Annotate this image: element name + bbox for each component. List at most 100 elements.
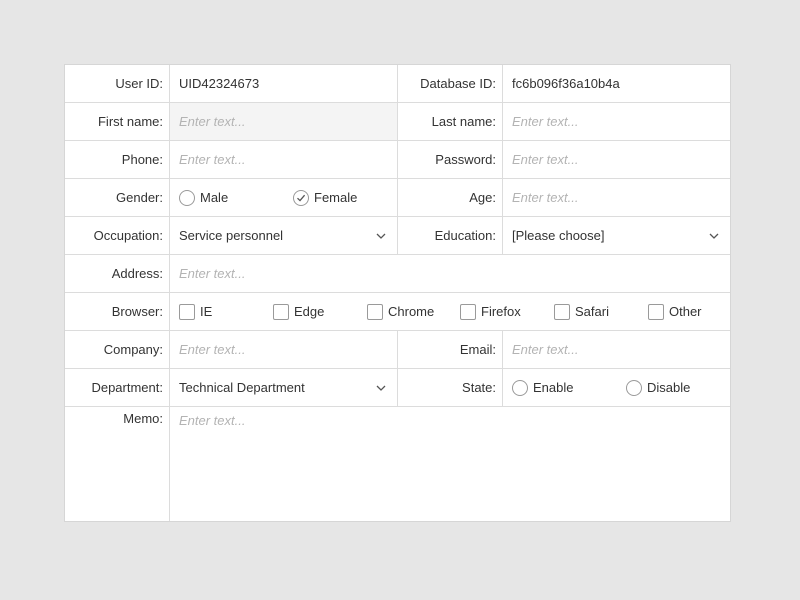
last-name-input[interactable] bbox=[512, 103, 720, 140]
memo-cell bbox=[170, 407, 730, 521]
form-row-occupation-education: Occupation: Service personnel Education:… bbox=[65, 217, 730, 255]
form-row-company-email: Company: Email: bbox=[65, 331, 730, 369]
browser-chrome-label: Chrome bbox=[388, 304, 435, 319]
user-id-value: UID42324673 bbox=[179, 76, 260, 91]
memo-label: Memo: bbox=[65, 407, 170, 521]
user-info-form: User ID: UID42324673 Database ID: fc6b09… bbox=[64, 64, 731, 522]
browser-ie-checkbox[interactable]: IE bbox=[179, 293, 212, 330]
password-label: Password: bbox=[398, 141, 503, 178]
form-row-memo: Memo: bbox=[65, 407, 730, 521]
checkbox-unchecked-icon bbox=[554, 303, 570, 320]
company-label: Company: bbox=[65, 331, 170, 368]
chevron-down-icon bbox=[709, 233, 719, 239]
database-id-label: Database ID: bbox=[398, 65, 503, 102]
browser-chrome-checkbox[interactable]: Chrome bbox=[367, 293, 434, 330]
gender-cell: Male Female bbox=[170, 179, 398, 216]
memo-textarea[interactable] bbox=[170, 407, 730, 521]
checkbox-unchecked-icon bbox=[648, 303, 664, 320]
phone-label-text: Phone: bbox=[121, 152, 163, 167]
password-input[interactable] bbox=[512, 141, 720, 178]
education-select[interactable]: [Please choose] bbox=[512, 217, 720, 254]
email-label-text: Email: bbox=[459, 342, 496, 357]
browser-other-label: Other bbox=[669, 304, 702, 319]
form-row-address: Address: bbox=[65, 255, 730, 293]
occupation-label: Occupation: bbox=[65, 217, 170, 254]
user-id-label: User ID: bbox=[65, 65, 170, 102]
browser-edge-checkbox[interactable]: Edge bbox=[273, 293, 324, 330]
chevron-down-icon bbox=[376, 233, 386, 239]
education-selected-value: [Please choose] bbox=[512, 228, 605, 243]
state-disable-radio[interactable]: Disable bbox=[626, 369, 690, 406]
form-row-names: First name: Last name: bbox=[65, 103, 730, 141]
database-id-cell: fc6b096f36a10b4a bbox=[503, 65, 730, 102]
form-row-gender-age: Gender: Male Female Age: bbox=[65, 179, 730, 217]
email-input[interactable] bbox=[512, 331, 720, 368]
age-label: Age: bbox=[398, 179, 503, 216]
address-cell bbox=[170, 255, 730, 292]
chevron-down-icon bbox=[376, 385, 386, 391]
gender-male-label: Male bbox=[200, 190, 229, 205]
browser-ie-label: IE bbox=[200, 304, 213, 319]
phone-input[interactable] bbox=[179, 141, 387, 178]
phone-cell bbox=[170, 141, 398, 178]
age-cell bbox=[503, 179, 730, 216]
checkbox-unchecked-icon bbox=[273, 303, 289, 320]
browser-other-checkbox[interactable]: Other bbox=[648, 293, 702, 330]
form-row-department-state: Department: Technical Department State: … bbox=[65, 369, 730, 407]
user-id-cell: UID42324673 bbox=[170, 65, 398, 102]
education-label: Education: bbox=[398, 217, 503, 254]
age-input[interactable] bbox=[512, 179, 720, 216]
company-input[interactable] bbox=[179, 331, 387, 368]
occupation-selected-value: Service personnel bbox=[179, 228, 284, 243]
browser-label-text: Browser: bbox=[111, 304, 163, 319]
checkbox-unchecked-icon bbox=[179, 303, 195, 320]
password-cell bbox=[503, 141, 730, 178]
state-cell: Enable Disable bbox=[503, 369, 730, 406]
address-input[interactable] bbox=[179, 255, 720, 292]
email-label: Email: bbox=[398, 331, 503, 368]
gender-female-radio[interactable]: Female bbox=[293, 179, 357, 216]
checkbox-unchecked-icon bbox=[460, 303, 476, 320]
state-enable-label: Enable bbox=[533, 380, 574, 395]
address-label: Address: bbox=[65, 255, 170, 292]
gender-male-radio[interactable]: Male bbox=[179, 179, 228, 216]
state-label: State: bbox=[398, 369, 503, 406]
last-name-cell bbox=[503, 103, 730, 140]
department-select[interactable]: Technical Department bbox=[179, 369, 387, 406]
department-selected-value: Technical Department bbox=[179, 380, 305, 395]
browser-label: Browser: bbox=[65, 293, 170, 330]
first-name-label: First name: bbox=[65, 103, 170, 140]
gender-label: Gender: bbox=[65, 179, 170, 216]
first-name-label-text: First name: bbox=[97, 114, 163, 129]
password-label-text: Password: bbox=[435, 152, 496, 167]
occupation-label-text: Occupation: bbox=[93, 228, 163, 243]
checkmark-icon bbox=[297, 194, 306, 202]
gender-label-text: Gender: bbox=[116, 190, 163, 205]
company-cell bbox=[170, 331, 398, 368]
state-label-text: State: bbox=[462, 380, 496, 395]
last-name-label: Last name: bbox=[398, 103, 503, 140]
radio-unchecked-icon bbox=[512, 379, 528, 396]
browser-safari-label: Safari bbox=[575, 304, 609, 319]
department-label-text: Department: bbox=[91, 380, 163, 395]
browser-cell: IE Edge Chrome Firefox Safari Other bbox=[170, 293, 730, 330]
gender-female-label: Female bbox=[314, 190, 358, 205]
first-name-input[interactable] bbox=[179, 103, 387, 140]
department-label: Department: bbox=[65, 369, 170, 406]
education-cell: [Please choose] bbox=[503, 217, 730, 254]
browser-firefox-label: Firefox bbox=[481, 304, 521, 319]
state-enable-radio[interactable]: Enable bbox=[512, 369, 573, 406]
address-label-text: Address: bbox=[111, 266, 163, 281]
phone-label: Phone: bbox=[65, 141, 170, 178]
form-row-browser: Browser: IE Edge Chrome Firefox Safari O… bbox=[65, 293, 730, 331]
education-label-text: Education: bbox=[434, 228, 496, 243]
form-row-phone-password: Phone: Password: bbox=[65, 141, 730, 179]
radio-unchecked-icon bbox=[626, 379, 642, 396]
form-row-ids: User ID: UID42324673 Database ID: fc6b09… bbox=[65, 65, 730, 103]
browser-safari-checkbox[interactable]: Safari bbox=[554, 293, 609, 330]
user-id-label-text: User ID: bbox=[115, 76, 163, 91]
occupation-select[interactable]: Service personnel bbox=[179, 217, 387, 254]
radio-unchecked-icon bbox=[179, 189, 195, 206]
browser-firefox-checkbox[interactable]: Firefox bbox=[460, 293, 521, 330]
database-id-label-text: Database ID: bbox=[420, 76, 496, 91]
